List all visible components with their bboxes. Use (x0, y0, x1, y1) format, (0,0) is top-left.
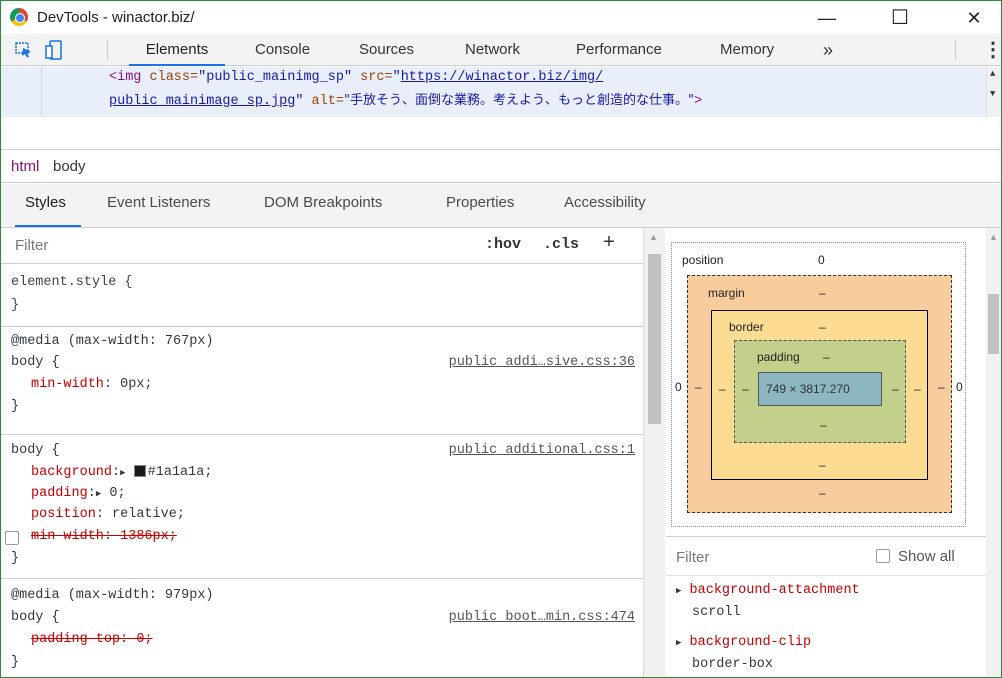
hover-state-toggle[interactable]: :hov (485, 236, 521, 253)
chrome-icon (10, 8, 28, 26)
breadcrumb-html[interactable]: html (11, 158, 39, 175)
tab-performance[interactable]: Performance (576, 34, 662, 66)
class-toggle[interactable]: .cls (543, 236, 579, 253)
styles-filter-input[interactable]: Filter (15, 237, 48, 254)
css-property[interactable]: position: relative; (31, 507, 185, 522)
show-all-label: Show all (898, 548, 955, 565)
padding-box[interactable]: padding – – – – 749 × 3817.270 (734, 340, 906, 443)
breadcrumb: html body (1, 149, 1001, 183)
dom-scrollbar[interactable]: ▲ ▼ (986, 67, 1001, 117)
inspect-element-icon[interactable] (15, 42, 33, 58)
rule-media-767: @media (max-width: 767px) body { public_… (1, 327, 643, 435)
dom-line-2: public_mainimage_sp.jpg" alt="手放そう、面倒な業務… (109, 93, 703, 109)
tab-event-listeners[interactable]: Event Listeners (107, 194, 210, 211)
css-property[interactable]: padding:▶ 0; (31, 486, 126, 501)
computed-scrollbar[interactable]: ▲ (986, 228, 1001, 677)
computed-filter-bar: Filter Show all (666, 536, 986, 576)
breadcrumb-body[interactable]: body (53, 158, 86, 175)
tab-sources[interactable]: Sources (359, 34, 414, 66)
img-src-link[interactable]: https://winactor.biz/img/ (401, 70, 604, 85)
more-tabs-icon[interactable]: » (823, 34, 833, 66)
close-button[interactable]: ✕ (951, 5, 997, 31)
scroll-thumb[interactable] (988, 294, 999, 354)
tab-dom-breakpoints[interactable]: DOM Breakpoints (264, 194, 382, 211)
border-box[interactable]: border – – – – padding – – – – 749 × 381… (711, 310, 928, 480)
device-toolbar-icon[interactable] (45, 40, 63, 60)
computed-property[interactable]: ▶ background-attachment (676, 583, 860, 598)
source-link[interactable]: public_boot…min.css:474 (449, 610, 635, 625)
source-link[interactable]: public_additional.css:1 (449, 443, 635, 458)
css-property[interactable]: background:▶ #1a1a1a; (31, 465, 212, 480)
styles-scrollbar[interactable]: ▲ (643, 228, 665, 677)
styles-pane: element.style { } @media (max-width: 767… (1, 265, 643, 677)
computed-value: scroll (692, 605, 741, 620)
dom-line-1: <img class="public_mainimg_sp" src="http… (109, 70, 604, 85)
indent-guide (41, 67, 42, 117)
computed-filter-input[interactable]: Filter (676, 549, 709, 566)
devtools-window: DevTools - winactor.biz/ — ☐ ✕ Elements … (0, 0, 1002, 678)
scroll-thumb[interactable] (648, 254, 661, 424)
kebab-menu-icon[interactable]: ⋮ (983, 34, 1001, 66)
devtools-toolbar: Elements Console Sources Network Perform… (1, 34, 1001, 66)
computed-property[interactable]: ▶ background-clip (676, 635, 811, 650)
show-all-checkbox[interactable] (876, 549, 890, 563)
title-bar: DevTools - winactor.biz/ — ☐ ✕ (1, 1, 1001, 34)
color-swatch[interactable] (133, 465, 146, 478)
tab-properties[interactable]: Properties (446, 194, 514, 211)
css-property-overridden[interactable]: padding-top: 0; (31, 632, 153, 647)
add-rule-button[interactable]: + (603, 232, 615, 255)
rule-media-979: @media (max-width: 979px) body { public_… (11, 588, 635, 670)
rule-element-style: element.style { } (1, 265, 643, 327)
tab-network[interactable]: Network (465, 34, 520, 66)
styles-filter-bar: Filter :hov .cls + (1, 228, 643, 264)
sidebar-tabs: Styles Event Listeners DOM Breakpoints P… (1, 184, 1001, 228)
margin-box[interactable]: margin – – – – border – – – – padding – … (687, 275, 952, 513)
tab-accessibility[interactable]: Accessibility (564, 194, 646, 211)
source-link[interactable]: public_addi…sive.css:36 (449, 355, 635, 370)
dom-tree: <img class="public_mainimg_sp" src="http… (1, 67, 1001, 117)
tab-memory[interactable]: Memory (720, 34, 774, 66)
box-model: position 0 0 0 margin – – – – border – –… (671, 242, 966, 527)
toolbar-divider (955, 40, 956, 60)
css-property[interactable]: min-width: 0px; (31, 377, 153, 392)
rule-body: body { public_additional.css:1 backgroun… (1, 435, 643, 579)
maximize-button[interactable]: ☐ (877, 5, 923, 31)
css-property-disabled[interactable]: min-width: 1386px; (31, 529, 177, 544)
computed-value: border-box (692, 657, 774, 672)
tab-elements[interactable]: Elements (129, 34, 225, 66)
window-title: DevTools - winactor.biz/ (37, 9, 195, 26)
toolbar-divider (107, 40, 108, 60)
property-checkbox[interactable] (5, 531, 19, 545)
computed-pane: position 0 0 0 margin – – – – border – –… (666, 228, 986, 677)
content-box[interactable]: 749 × 3817.270 (758, 372, 882, 406)
active-tab-indicator (15, 225, 81, 227)
tab-styles[interactable]: Styles (25, 194, 66, 211)
minimize-button[interactable]: — (804, 5, 850, 31)
tab-console[interactable]: Console (255, 34, 310, 66)
